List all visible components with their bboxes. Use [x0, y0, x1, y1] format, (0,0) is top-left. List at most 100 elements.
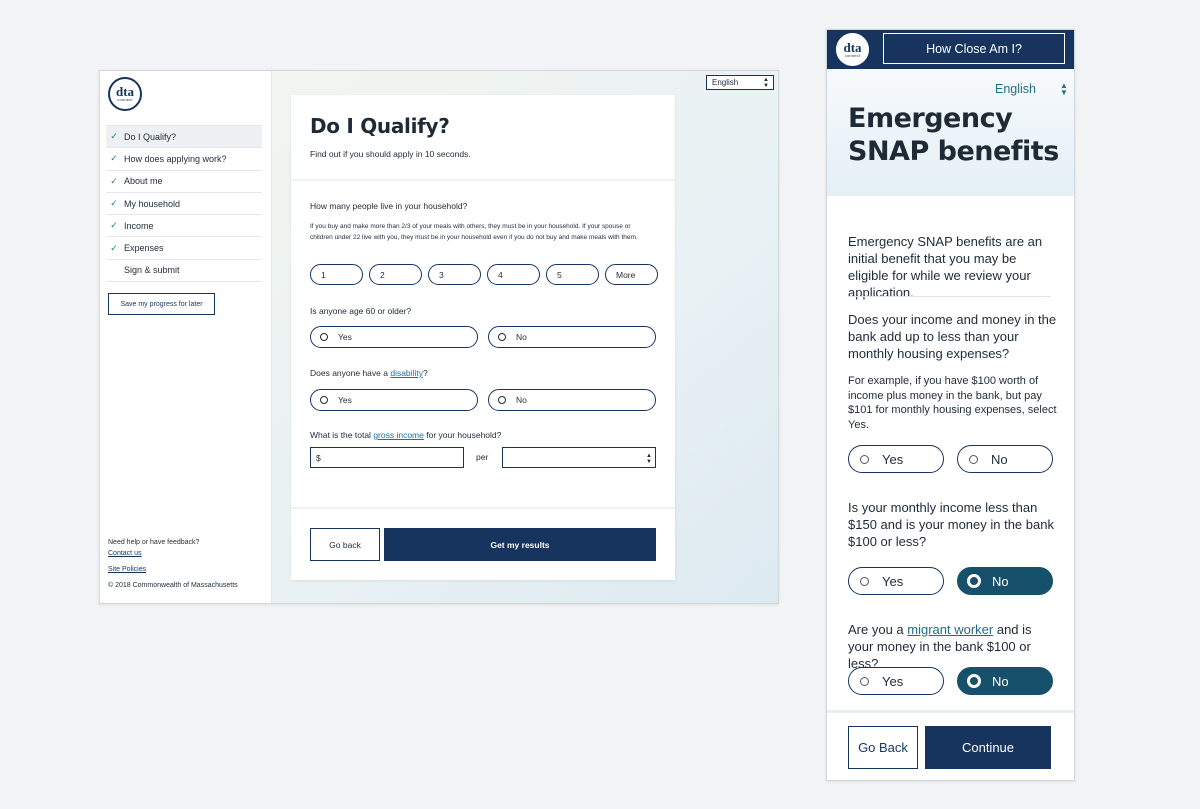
check-icon: ✓ — [110, 131, 118, 142]
question-gross-income: What is the total gross income for your … — [310, 430, 502, 440]
income-frequency-select[interactable]: ▲ ▼ — [502, 447, 656, 468]
sidebar-item-do-i-qualify[interactable]: ✓ Do I Qualify? — [106, 126, 262, 149]
get-results-button[interactable]: Get my results — [384, 528, 656, 561]
sidebar-item-how-applying-works[interactable]: ✓ How does applying work? — [106, 148, 262, 171]
page-subtitle: Find out if you should apply in 10 secon… — [310, 149, 471, 159]
q3-no-option[interactable]: No — [957, 667, 1053, 695]
age-yes-option[interactable]: Yes — [310, 326, 478, 348]
sidebar-item-income[interactable]: ✓ Income — [106, 215, 262, 238]
question-migrant-worker: Are you a migrant worker and is your mon… — [848, 622, 1032, 671]
mobile-screen: dta connect How Close Am I? English ▲ ▼ E… — [826, 29, 1075, 781]
question-age: Is anyone age 60 or older? — [310, 306, 412, 316]
sidebar-item-label: My household — [124, 198, 181, 209]
q1-options: Yes No — [848, 445, 1053, 473]
language-select[interactable]: English ▲ ▼ — [706, 75, 774, 90]
household-option-more[interactable]: More — [605, 264, 658, 285]
language-select[interactable]: English — [995, 82, 1036, 96]
disability-options: Yes No — [310, 389, 656, 411]
help-text: Need help or have feedback? — [108, 539, 200, 546]
radio-icon — [320, 333, 328, 341]
radio-icon — [498, 333, 506, 341]
divider — [827, 710, 1074, 713]
sidebar-item-expenses[interactable]: ✓ Expenses — [106, 237, 262, 260]
age-options: Yes No — [310, 326, 656, 348]
mobile-header: dta connect How Close Am I? — [827, 30, 1074, 69]
sidebar-item-label: Expenses — [124, 243, 164, 254]
copyright-text: © 2018 Commonwealth of Massachusetts — [108, 582, 238, 589]
disability-yes-option[interactable]: Yes — [310, 389, 478, 411]
sidebar-item-label: Income — [124, 220, 154, 231]
dta-logo[interactable]: dta connect — [108, 77, 142, 111]
question-monthly-income: Is your monthly income less than $150 an… — [848, 500, 1054, 549]
household-option-4[interactable]: 4 — [487, 264, 540, 285]
question-income-vs-housing: Does your income and money in the bank a… — [848, 312, 1057, 361]
site-policies-link[interactable]: Site Policies — [108, 564, 238, 575]
check-icon: ✓ — [110, 220, 118, 231]
q1-no-option[interactable]: No — [957, 445, 1053, 473]
desktop-screen: dta connect ✓ Do I Qualify? ✓ How does a… — [99, 70, 779, 604]
sidebar-item-my-household[interactable]: ✓ My household — [106, 193, 262, 216]
dta-logo[interactable]: dta connect — [836, 33, 869, 66]
sidebar-item-label: How does applying work? — [124, 153, 227, 164]
q1-yes-option[interactable]: Yes — [848, 445, 944, 473]
household-option-5[interactable]: 5 — [546, 264, 599, 285]
divider — [291, 179, 675, 181]
q2-options: Yes No — [848, 567, 1053, 595]
household-option-2[interactable]: 2 — [369, 264, 422, 285]
q3-options: Yes No — [848, 667, 1053, 695]
radio-icon — [969, 454, 978, 464]
radio-selected-icon — [967, 674, 981, 688]
radio-icon — [498, 396, 506, 404]
language-select-value: English — [712, 78, 739, 87]
sidebar-item-label: Sign & submit — [124, 265, 180, 276]
intro-text: Emergency SNAP benefits are an initial b… — [848, 234, 1043, 300]
disability-link[interactable]: disability — [390, 368, 423, 378]
main-content: English ▲ ▼ Do I Qualify? Find out if you… — [272, 71, 778, 603]
household-help-text: If you buy and make more than 2/3 of you… — [310, 223, 638, 241]
how-close-am-i-button[interactable]: How Close Am I? — [883, 33, 1065, 64]
continue-button[interactable]: Continue — [925, 726, 1051, 769]
age-no-option[interactable]: No — [488, 326, 656, 348]
sidebar-item-about-me[interactable]: ✓ About me — [106, 171, 262, 193]
check-icon: ✓ — [110, 242, 118, 253]
income-housing-help-text: For example, if you have $100 worth of i… — [848, 375, 1057, 431]
household-size-options: 1 2 3 4 5 More — [310, 264, 658, 285]
select-arrows-icon: ▲ ▼ — [1060, 81, 1068, 97]
question-household-size: How many people live in your household? — [310, 201, 468, 211]
sidebar-nav: ✓ Do I Qualify? ✓ How does applying work… — [106, 125, 262, 283]
select-arrows-icon: ▲ ▼ — [763, 77, 769, 89]
go-back-button[interactable]: Go back — [310, 528, 380, 561]
divider — [291, 507, 675, 509]
select-arrows-icon: ▲ ▼ — [646, 453, 652, 465]
check-icon: ✓ — [110, 175, 118, 186]
q2-yes-option[interactable]: Yes — [848, 567, 944, 595]
mobile-hero: English ▲ ▼ Emergency SNAP benefits — [827, 69, 1074, 196]
per-label: per — [476, 452, 489, 462]
sidebar-item-label: About me — [124, 176, 163, 187]
save-progress-button[interactable]: Save my progress for later — [108, 293, 215, 315]
radio-icon — [320, 396, 328, 404]
go-back-button[interactable]: Go Back — [848, 726, 918, 769]
disability-no-option[interactable]: No — [488, 389, 656, 411]
check-icon: ✓ — [110, 198, 118, 209]
contact-us-link[interactable]: Contact us — [108, 548, 238, 559]
divider — [848, 296, 1051, 297]
income-amount-input[interactable]: $ — [310, 447, 464, 468]
radio-selected-icon — [967, 574, 981, 588]
household-option-1[interactable]: 1 — [310, 264, 363, 285]
page-title: Emergency SNAP benefits — [848, 103, 1059, 167]
sidebar: dta connect ✓ Do I Qualify? ✓ How does a… — [100, 71, 272, 603]
sidebar-item-label: Do I Qualify? — [124, 131, 177, 142]
migrant-worker-link[interactable]: migrant worker — [907, 622, 993, 637]
sidebar-item-sign-submit[interactable]: Sign & submit — [106, 260, 262, 283]
qualify-form-card: Do I Qualify? Find out if you should app… — [291, 95, 675, 580]
page-title: Do I Qualify? — [310, 114, 450, 138]
radio-icon — [860, 576, 869, 586]
gross-income-link[interactable]: gross income — [373, 430, 424, 440]
household-option-3[interactable]: 3 — [428, 264, 481, 285]
q2-no-option[interactable]: No — [957, 567, 1053, 595]
q3-yes-option[interactable]: Yes — [848, 667, 944, 695]
radio-icon — [860, 454, 869, 464]
radio-icon — [860, 676, 869, 686]
question-disability: Does anyone have a disability? — [310, 368, 428, 378]
